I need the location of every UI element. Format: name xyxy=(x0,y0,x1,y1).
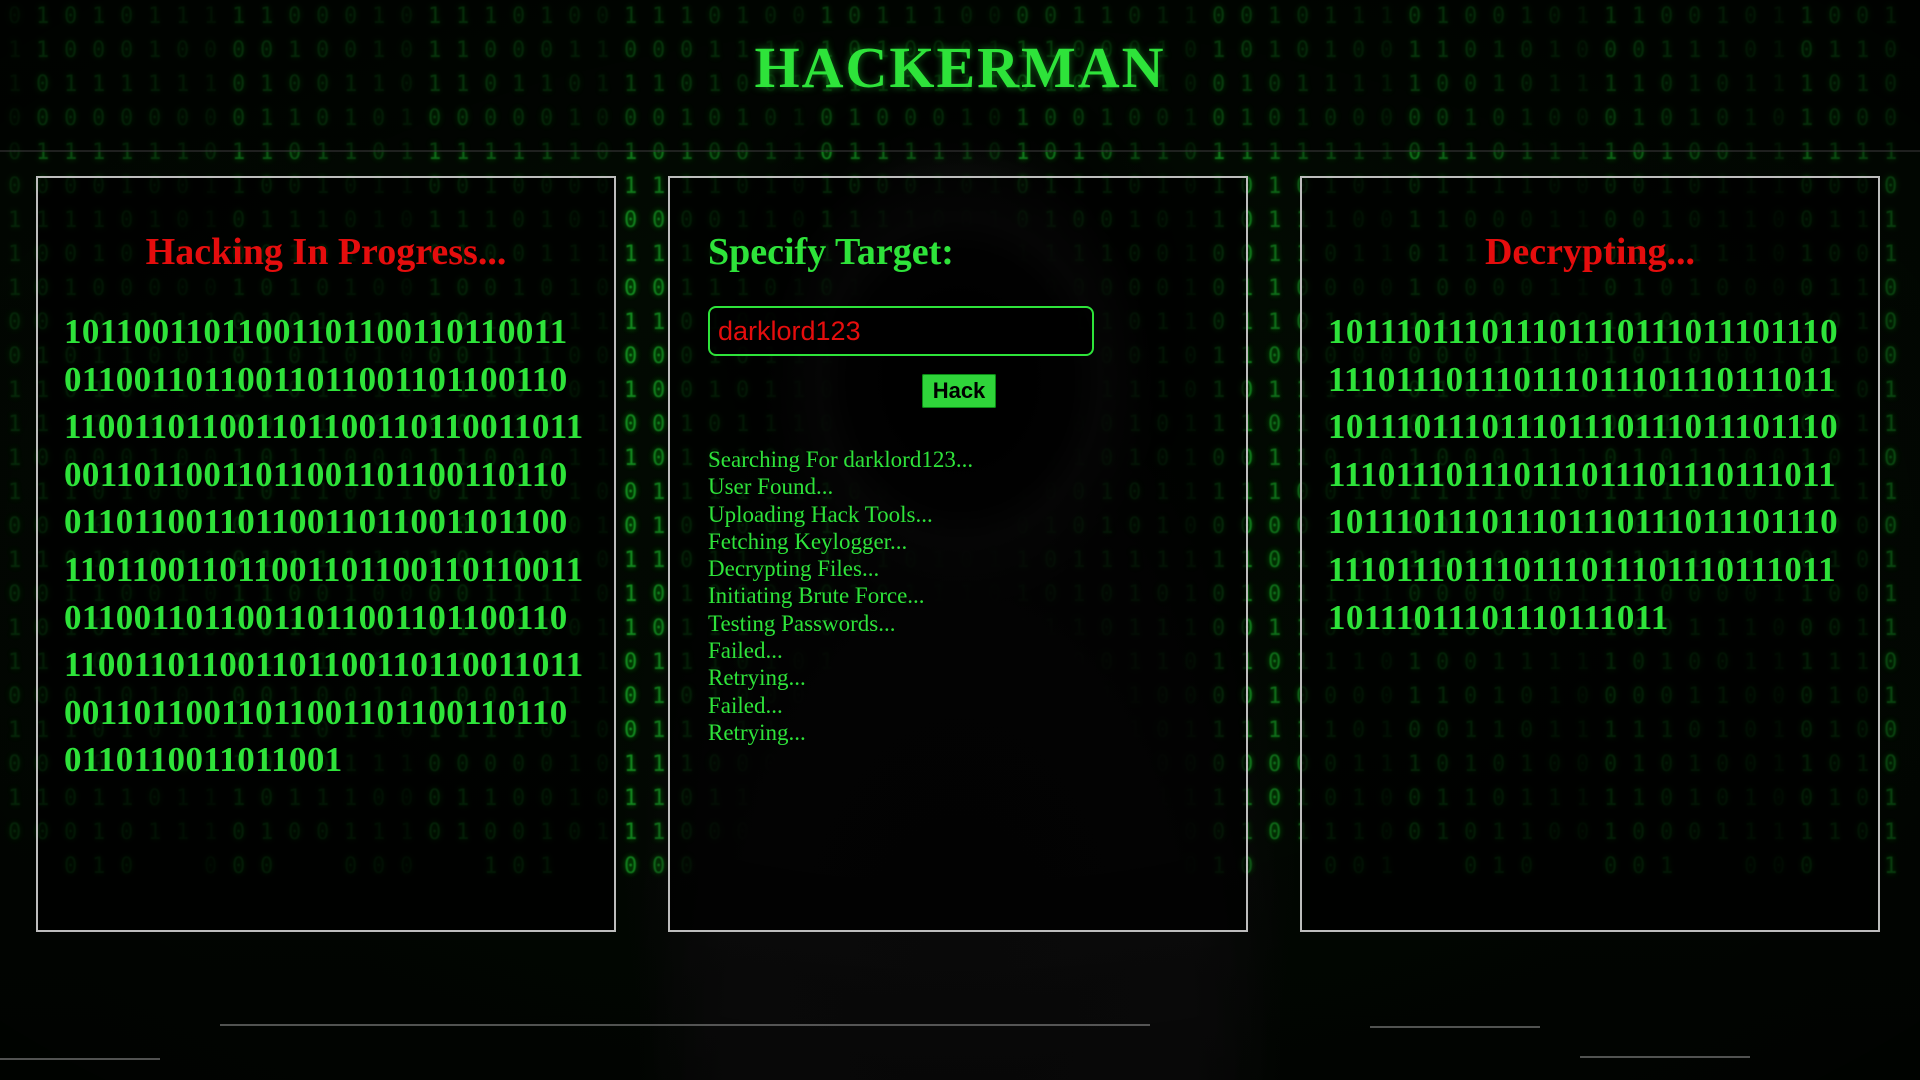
hack-log-line: Testing Passwords... xyxy=(708,610,896,636)
hacking-progress-title: Hacking In Progress... xyxy=(145,231,507,273)
decrypting-title: Decrypting... xyxy=(1484,231,1696,273)
hacking-progress-panel: Hacking In Progress... 10110011011001101… xyxy=(36,176,616,932)
floor-divider xyxy=(1370,1026,1540,1028)
hack-log-line: User Found... xyxy=(708,474,834,500)
decrypting-binary-stream: 1011101110111011101110111011101110111011… xyxy=(1328,312,1838,637)
floor-divider xyxy=(0,1058,160,1060)
target-input[interactable] xyxy=(708,306,1094,356)
hack-log-line: Searching For darklord123... xyxy=(708,447,974,472)
specify-target-title: Specify Target: xyxy=(708,231,954,273)
page-header: HACKERMAN xyxy=(0,0,1920,152)
target-panel: Specify Target: Hack Searching For darkl… xyxy=(668,176,1248,932)
hack-log-line: Initiating Brute Force... xyxy=(708,583,925,609)
hack-log: Searching For darklord123... User Found..… xyxy=(708,446,973,746)
decrypting-panel: Decrypting... 10111011101110111011101110… xyxy=(1300,176,1880,932)
hack-log-line: Decrypting Files... xyxy=(708,556,880,582)
hack-log-line: Retrying... xyxy=(708,665,806,691)
hacking-binary-stream: 1011001101100110110011011001101100110110… xyxy=(64,312,584,780)
hack-button[interactable]: Hack xyxy=(922,374,996,408)
hack-log-line: Failed... xyxy=(708,692,783,718)
page-title: HACKERMAN xyxy=(754,35,1166,100)
floor-divider xyxy=(1580,1056,1750,1058)
hack-log-line: Failed... xyxy=(708,638,783,664)
hack-log-line: Uploading Hack Tools... xyxy=(708,501,933,527)
floor-divider xyxy=(220,1024,1150,1026)
hack-log-line: Retrying... xyxy=(708,719,806,745)
hack-log-line: Fetching Keylogger... xyxy=(708,528,908,554)
